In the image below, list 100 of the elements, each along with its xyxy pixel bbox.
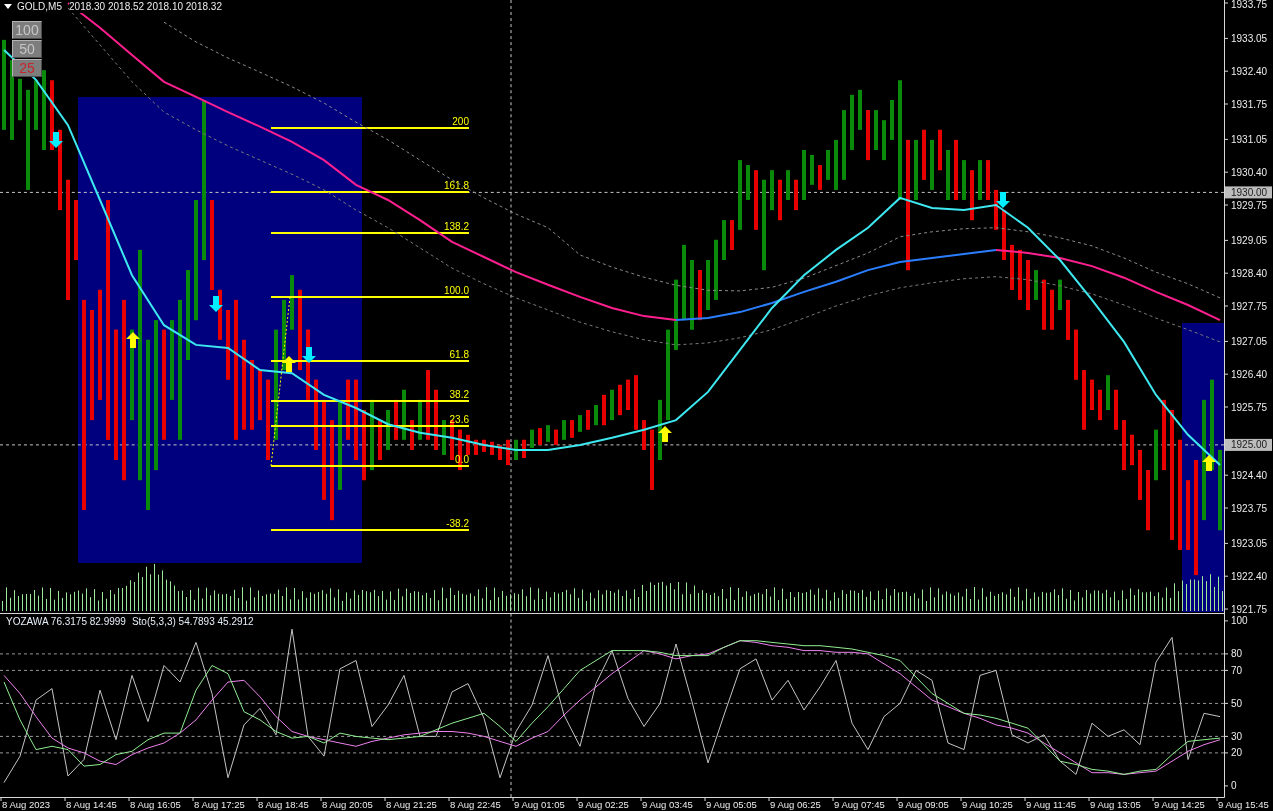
candle [1050,289,1054,331]
price-axis-label: 1924.40 [1231,469,1268,481]
arrow-down-icon [209,296,223,312]
candle [490,441,494,456]
candle [1066,299,1070,341]
candle [506,439,510,466]
candle [1138,449,1142,501]
candle [226,309,230,381]
quote-values: 2018.30 2018.52 2018.10 2018.32 [69,0,222,13]
candle [562,419,566,441]
candle [402,389,406,441]
candle [954,139,958,201]
price-axis-label: 1927.75 [1231,300,1268,312]
candle [474,439,478,456]
scale-button[interactable]: 50 [12,40,42,58]
candle [586,409,590,431]
price-tag: 1925.00 [1225,438,1272,451]
candle [410,419,414,451]
candle [546,424,550,443]
candle [610,389,614,421]
candle [978,159,982,201]
time-axis-label: 8 Aug 17:25 [194,799,245,810]
oscillator-axis-label: 70 [1231,664,1243,676]
candle [362,409,366,481]
candle [418,399,422,441]
candle [834,139,838,191]
candle [442,419,446,456]
candle [282,299,286,371]
arrow-down-icon [996,192,1010,208]
fibonacci-level-label: 61.8 [449,349,469,360]
arrow-down-icon [49,132,63,148]
time-axis-label: 9 Aug 05:05 [706,799,757,810]
fibonacci-level-label: 200 [452,116,469,127]
candle [346,379,350,441]
candle [714,239,718,301]
candle [1042,279,1046,331]
candle [1186,479,1190,551]
price-axis-label: 1930.40 [1231,166,1268,178]
candle [674,279,678,351]
candle [578,414,582,433]
symbol-label: GOLD,M5 [17,0,62,13]
candle [602,394,606,426]
candle [858,89,862,131]
caret-icon[interactable] [4,4,12,9]
candle [1074,329,1078,381]
candle [554,429,558,446]
price-axis-label: 1929.05 [1231,234,1268,246]
scale-button[interactable]: 25 [12,59,42,77]
fibonacci-level-label: 161.8 [443,180,469,191]
candle [1010,244,1014,291]
candle [482,439,486,453]
arrow-up-icon [1202,455,1216,471]
candle [642,419,646,451]
candle [1082,369,1086,431]
candle [938,129,942,171]
time-axis-label: 9 Aug 15:45 [1218,799,1269,810]
oscillator-axis-label: 20 [1231,747,1243,759]
candle [850,94,854,151]
candle [874,109,878,151]
candle [290,274,294,331]
candle [866,109,870,161]
price-axis-label: 1927.05 [1231,335,1268,347]
candle [250,359,254,431]
candle [890,99,894,141]
candle [314,379,318,451]
price-axis-label: 1921.75 [1231,603,1268,615]
candle [770,169,774,211]
arrow-up-icon [126,332,140,348]
scale-button[interactable]: 100 [12,21,42,39]
time-axis-label: 9 Aug 10:25 [962,799,1013,810]
candle [1114,389,1118,431]
fibonacci-level-label: 138.2 [443,221,469,232]
candle [914,139,918,201]
candle [786,169,790,201]
candle [658,399,662,461]
candle [466,434,470,456]
time-axis-label: 8 Aug 20:05 [322,799,373,810]
time-axis-label: 9 Aug 07:45 [834,799,885,810]
time-axis-label: 9 Aug 14:25 [1154,799,1205,810]
candle [946,149,950,201]
candle [970,169,974,221]
candle [730,219,734,251]
price-axis-label: 1931.75 [1231,98,1268,110]
price-axis-label: 1923.75 [1231,502,1268,514]
candle [1026,259,1030,311]
candle [618,384,622,416]
candle [922,129,926,181]
time-axis-label: 8 Aug 2023 [2,799,51,810]
candle [514,439,518,461]
candle [1130,434,1134,466]
candle [1106,374,1110,411]
candle [738,159,742,231]
time-axis-label: 8 Aug 18:45 [258,799,309,810]
price-axis-label: 1928.40 [1231,267,1268,279]
oscillator-axis-label: 0 [1231,780,1237,792]
time-axis-label: 8 Aug 16:05 [130,799,181,810]
arrow-up-icon [282,356,296,372]
candle [74,199,78,261]
candle [810,154,814,186]
candle [570,419,574,439]
